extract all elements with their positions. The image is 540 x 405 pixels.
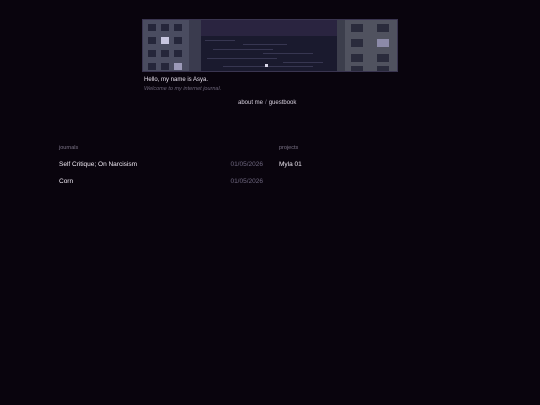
nav-link-about[interactable]: about me bbox=[238, 100, 263, 106]
project-item[interactable]: Myla 01 bbox=[279, 161, 302, 168]
journal-title[interactable]: Corn bbox=[59, 178, 73, 185]
greeting-text: Hello, my name is Asya. bbox=[144, 77, 209, 83]
page: Hello, my name is Asya. Welcome to my in… bbox=[0, 0, 540, 405]
projects-heading: projects bbox=[279, 145, 299, 151]
journal-date: 01/05/2026 bbox=[230, 161, 263, 168]
subtitle-text: Welcome to my internet journal. bbox=[144, 86, 222, 92]
journal-title[interactable]: Self Critique; On Narcisism bbox=[59, 161, 137, 168]
nav-bar: about me / guestbook bbox=[238, 100, 296, 106]
journal-entry[interactable]: Corn 01/05/2026 bbox=[59, 178, 263, 188]
journals-heading: journals bbox=[59, 145, 79, 151]
journal-entry[interactable]: Self Critique; On Narcisism 01/05/2026 bbox=[59, 161, 263, 171]
nav-link-guestbook[interactable]: guestbook bbox=[269, 100, 297, 106]
header-banner-image bbox=[142, 19, 398, 72]
journal-date: 01/05/2026 bbox=[230, 178, 263, 185]
